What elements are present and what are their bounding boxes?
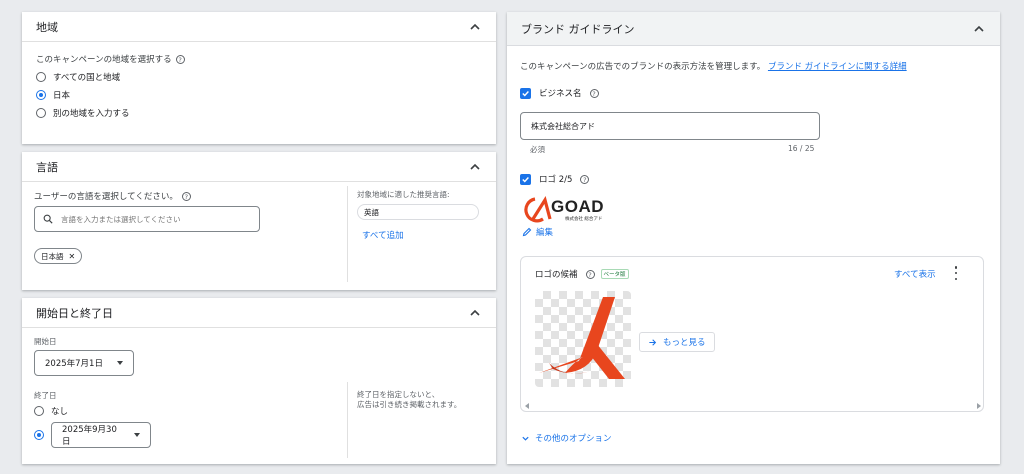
language-card: 言語 ユーザーの言語を選択してください。 ? 日本語 ✕ 対象地域に適した推奨言… xyxy=(22,152,496,290)
arrow-right-icon xyxy=(649,338,657,346)
end-date-select[interactable]: 2025年9月30日 xyxy=(51,422,151,448)
language-card-header[interactable]: 言語 xyxy=(22,152,496,182)
radio-button-selected[interactable] xyxy=(34,430,44,440)
region-option-japan[interactable]: 日本 xyxy=(36,86,482,104)
language-chip-japanese[interactable]: 日本語 ✕ xyxy=(34,248,83,264)
end-date-option-date[interactable] xyxy=(34,426,51,444)
language-prompt-row: ユーザーの言語を選択してください。 ? xyxy=(34,190,191,202)
language-search-input[interactable] xyxy=(59,213,249,225)
end-date-note-line: 終了日を指定しないと、 xyxy=(357,390,440,399)
add-all-link[interactable]: すべて追加 xyxy=(362,229,404,241)
dates-card-header[interactable]: 開始日と終了日 xyxy=(22,298,496,328)
recommend-chip-label: 英語 xyxy=(364,207,379,217)
more-options-icon[interactable] xyxy=(953,266,959,280)
brand-description-row: このキャンペーンの広告でのブランドの表示方法を管理します。 ブランド ガイドライ… xyxy=(520,60,907,72)
region-option-label: すべての国と地域 xyxy=(53,73,121,83)
region-prompt-row: このキャンペーンの地域を選択する ? xyxy=(36,50,482,68)
logo-row[interactable]: ロゴ 2/5 ? xyxy=(520,173,590,185)
divider xyxy=(347,186,348,282)
logo-label: ロゴ 2/5 xyxy=(539,175,573,185)
dates-card: 開始日と終了日 開始日 2025年7月1日 終了日 なし 2025年9月30日 … xyxy=(22,298,496,464)
close-icon[interactable]: ✕ xyxy=(69,252,76,261)
brand-title: ブランド ガイドライン xyxy=(521,22,635,36)
radio-button[interactable] xyxy=(34,406,44,416)
logo-checkbox[interactable] xyxy=(520,173,531,185)
help-icon[interactable]: ? xyxy=(585,269,595,279)
brand-logo: GOAD 株式会社 総合アド xyxy=(523,195,623,225)
dropdown-arrow-icon xyxy=(134,433,140,437)
beta-badge: ベータ版 xyxy=(600,269,629,279)
start-date-label: 開始日 xyxy=(34,337,57,346)
region-option-all[interactable]: すべての国と地域 xyxy=(36,68,482,86)
start-date-select[interactable]: 2025年7月1日 xyxy=(34,350,134,376)
see-more-label: もっと見る xyxy=(663,338,706,348)
brand-card: ブランド ガイドライン このキャンペーンの広告でのブランドの表示方法を管理します… xyxy=(507,12,1000,464)
radio-button[interactable] xyxy=(36,108,46,118)
end-date-none-label: なし xyxy=(51,407,69,417)
brand-guidelines-link[interactable]: ブランド ガイドラインに関する詳細 xyxy=(768,62,907,72)
edit-logo-label: 編集 xyxy=(536,228,554,238)
help-icon[interactable]: ? xyxy=(580,174,590,184)
business-name-row[interactable]: ビジネス名 ? xyxy=(520,87,599,99)
business-name-label: ビジネス名 xyxy=(539,89,582,99)
chevron-up-icon[interactable] xyxy=(468,160,482,174)
region-card-header[interactable]: 地域 xyxy=(22,12,496,42)
business-name-checkbox[interactable] xyxy=(520,87,531,99)
show-all-link[interactable]: すべて表示 xyxy=(894,268,936,280)
brand-card-header[interactable]: ブランド ガイドライン xyxy=(507,12,1000,46)
horizontal-scrollbar[interactable] xyxy=(525,403,981,409)
other-options-toggle[interactable]: その他のオプション xyxy=(521,432,612,444)
chevron-up-icon[interactable] xyxy=(468,306,482,320)
char-counter: 16 / 25 xyxy=(788,144,815,153)
language-title: 言語 xyxy=(36,160,58,174)
divider xyxy=(347,382,348,458)
scroll-left-arrow-icon[interactable] xyxy=(525,403,529,409)
logo-candidates-title: ロゴの候補 xyxy=(535,270,578,280)
region-card: 地域 このキャンペーンの地域を選択する ? すべての国と地域 日本 別の地域を入… xyxy=(22,12,496,144)
help-icon[interactable]: ? xyxy=(589,88,599,98)
region-prompt: このキャンペーンの地域を選択する xyxy=(36,55,172,65)
language-search-box[interactable] xyxy=(34,206,260,232)
chevron-up-icon[interactable] xyxy=(468,20,482,34)
brand-logo-subtext: 株式会社 総合アド xyxy=(565,217,603,222)
chevron-up-icon[interactable] xyxy=(972,22,986,36)
region-option-label: 別の地域を入力する xyxy=(53,109,130,119)
other-options-label: その他のオプション xyxy=(535,434,612,444)
end-date-note: 終了日を指定しないと、 広告は引き続き掲載されます。 xyxy=(357,390,461,410)
help-icon[interactable]: ? xyxy=(175,54,185,64)
end-date-option-none[interactable]: なし xyxy=(34,402,68,420)
edit-logo-button[interactable]: 編集 xyxy=(522,226,553,238)
language-chip-label: 日本語 xyxy=(41,251,64,261)
language-prompt: ユーザーの言語を選択してください。 xyxy=(34,192,178,202)
region-title: 地域 xyxy=(36,20,58,34)
required-hint: 必須 xyxy=(530,145,545,154)
help-icon[interactable]: ? xyxy=(181,191,191,201)
start-date-value: 2025年7月1日 xyxy=(45,359,103,369)
end-date-value: 2025年9月30日 xyxy=(62,425,117,447)
business-name-value: 株式会社総合アド xyxy=(531,121,595,131)
brand-logo-text: GOAD xyxy=(551,197,604,216)
region-option-custom[interactable]: 別の地域を入力する xyxy=(36,104,482,122)
brand-description: このキャンペーンの広告でのブランドの表示方法を管理します。 xyxy=(520,62,766,72)
see-more-button[interactable]: もっと見る xyxy=(639,332,715,352)
end-date-note-line: 広告は引き続き掲載されます。 xyxy=(357,400,462,409)
chevron-down-icon xyxy=(522,436,529,441)
radio-button-selected[interactable] xyxy=(36,90,46,100)
radio-button[interactable] xyxy=(36,72,46,82)
logo-candidate-mark xyxy=(539,297,625,379)
end-date-label: 終了日 xyxy=(34,391,57,400)
pencil-icon xyxy=(522,227,532,237)
scroll-right-arrow-icon[interactable] xyxy=(977,403,981,409)
logo-candidate-image[interactable] xyxy=(535,291,631,387)
recommend-chip-english[interactable]: 英語 xyxy=(357,204,479,220)
region-option-label: 日本 xyxy=(53,91,71,101)
business-name-field[interactable]: 株式会社総合アド xyxy=(520,112,820,140)
recommend-title: 対象地域に適した推奨言語: xyxy=(357,190,450,199)
dates-title: 開始日と終了日 xyxy=(36,306,113,320)
logo-candidates-panel: ロゴの候補 ? ベータ版 すべて表示 もっと見る xyxy=(520,256,984,412)
dropdown-arrow-icon xyxy=(117,361,123,365)
search-icon xyxy=(43,214,53,224)
logo-candidates-title-row: ロゴの候補 ? ベータ版 xyxy=(535,268,629,280)
